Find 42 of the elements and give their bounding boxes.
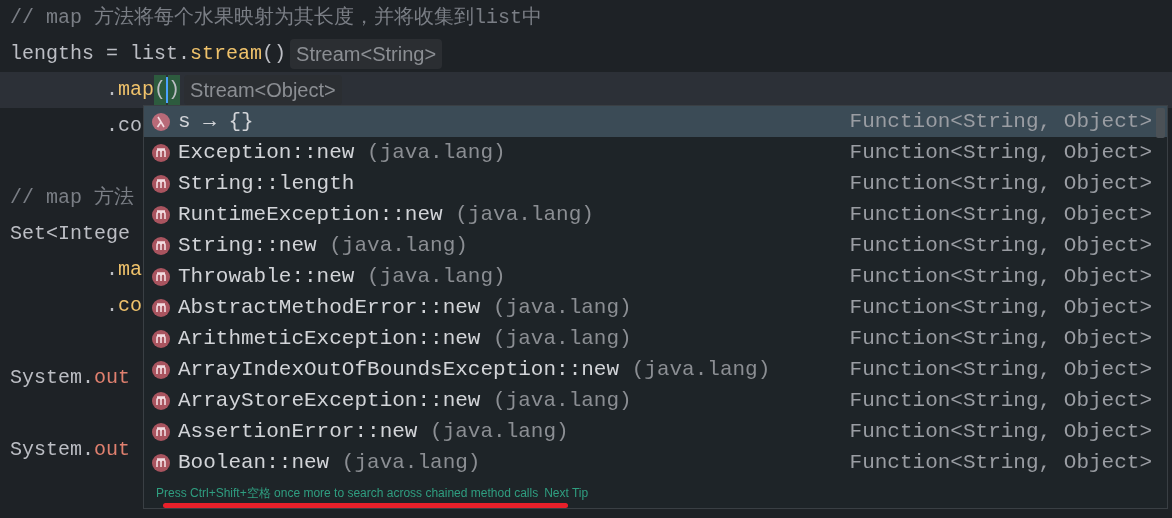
code-text: // map 方法 xyxy=(10,185,134,211)
method-icon xyxy=(152,453,170,472)
scrollbar-thumb[interactable] xyxy=(1156,108,1165,138)
code-text: .map xyxy=(105,77,155,103)
matched-parenthesis: ) xyxy=(168,75,181,105)
code-text: .co xyxy=(105,113,143,139)
completion-item[interactable]: Throwable::new (java.lang) Function<String, Object> xyxy=(144,261,1167,292)
completion-item[interactable]: AbstractMethodError::new (java.lang) Function<String, Object> xyxy=(144,292,1167,323)
completion-item[interactable]: ArrayStoreException::new (java.lang) Function<String, Object> xyxy=(144,385,1167,416)
completion-item[interactable]: String::new (java.lang) Function<String, Object> xyxy=(144,230,1167,261)
code-text: Set<Intege xyxy=(10,221,131,247)
hint-text: Press Ctrl+Shift+空格 once more to search across chained method calls xyxy=(156,485,539,502)
method-icon xyxy=(152,391,170,410)
completion-item[interactable]: RuntimeException::new (java.lang) Function<String, Object> xyxy=(144,199,1167,230)
method-icon xyxy=(152,236,170,255)
code-text: System.out xyxy=(10,365,131,391)
completion-item[interactable]: String::length Function<String, Object> xyxy=(144,168,1167,199)
completion-item[interactable]: Boolean::new (java.lang) Function<String, Object> xyxy=(144,447,1167,478)
code-text: lengths = list.stream() xyxy=(10,41,287,67)
method-icon xyxy=(152,267,170,286)
text-cursor xyxy=(166,77,169,103)
code-text: System.out xyxy=(10,437,131,463)
completion-item[interactable]: s → {} Function<String, Object> xyxy=(144,106,1167,137)
code-text: // map 方法将每个水果映射为其长度，并将收集到list中 xyxy=(10,5,543,31)
method-icon xyxy=(152,205,170,224)
completion-item[interactable]: ArithmeticException::new (java.lang) Function<String, Object> xyxy=(144,323,1167,354)
lambda-icon xyxy=(152,112,170,131)
code-text: .ma xyxy=(105,257,143,283)
method-icon xyxy=(152,143,170,162)
next-tip-link[interactable]: Next Tip xyxy=(544,484,589,502)
method-icon xyxy=(152,360,170,379)
completion-item[interactable]: ArrayIndexOutOfBoundsException::new (java.lang) Function<String, Object> xyxy=(144,354,1167,385)
method-icon xyxy=(152,422,170,441)
inlay-type-hint: Stream<Object> xyxy=(184,75,342,105)
matched-parenthesis: ( xyxy=(154,75,167,105)
inlay-type-hint: Stream<String> xyxy=(290,39,443,69)
method-icon xyxy=(152,298,170,317)
method-icon xyxy=(152,174,170,193)
completion-item[interactable]: AssertionError::new (java.lang) Function<String, Object> xyxy=(144,416,1167,447)
method-icon xyxy=(152,329,170,348)
completion-item[interactable]: Exception::new (java.lang) Function<String, Object> xyxy=(144,137,1167,168)
code-text: .co xyxy=(105,293,143,319)
